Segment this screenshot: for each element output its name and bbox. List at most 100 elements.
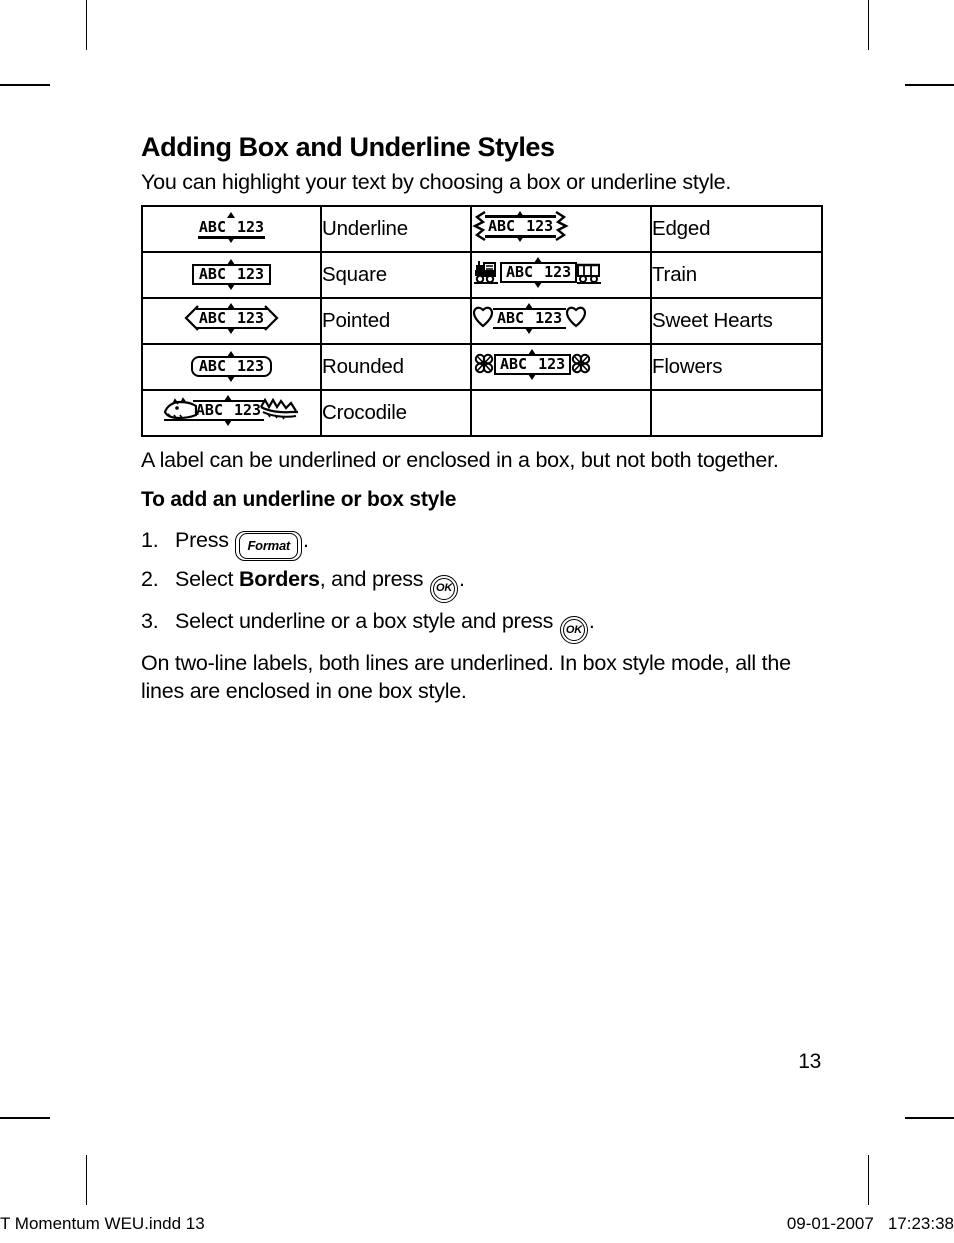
flower-right-icon <box>571 353 591 374</box>
lcd-text-left: ABC <box>198 308 226 327</box>
train-carriage-icon <box>577 263 602 285</box>
table-row: ABC 123 Pointed ABC 123 Sweet Hearts <box>141 296 823 345</box>
crop-mark-top-left-vertical <box>86 0 87 50</box>
rounded-style-preview: ABC 123 <box>141 342 322 391</box>
ok-key-label: OK <box>562 619 585 642</box>
crop-mark-bottom-left-vertical <box>86 1155 87 1205</box>
lcd-text-left: ABC <box>198 357 226 376</box>
lcd-text-right: 123 <box>544 262 572 281</box>
table-row: ABC 123 Rounded ABC 123 Flowers <box>141 342 823 391</box>
square-style-preview: ABC 123 <box>141 250 322 299</box>
footer-file-slug: T Momentum WEU.indd 13 <box>0 1214 205 1233</box>
lcd-text-left: ABC <box>497 308 525 327</box>
lcd-text-right: 123 <box>526 216 554 235</box>
style-name-edged: Edged <box>650 204 823 253</box>
sweet-hearts-style-preview: ABC 123 <box>470 296 652 345</box>
footer-timestamp: 09-01-2007 17:23:38 <box>787 1214 954 1234</box>
label-preview-graphic: ABC 123 <box>183 302 280 334</box>
underline-style-preview: ABC 123 <box>141 204 322 253</box>
closing-paragraph: On two-line labels, both lines are under… <box>141 651 791 703</box>
style-name-crocodile: Crocodile <box>320 388 472 437</box>
step-text-middle: , and press <box>319 567 430 592</box>
step-bold-term: Borders <box>238 567 320 592</box>
crocodile-tail-icon <box>260 397 299 420</box>
style-name-sweet-hearts: Sweet Hearts <box>650 296 823 345</box>
table-row: ABC 123 Underline ABC 123 Edged <box>141 204 823 253</box>
lcd-text-left: ABC <box>500 354 528 373</box>
lcd-text-left: ABC <box>198 217 226 236</box>
crop-mark-bottom-left-horizontal <box>0 1117 50 1119</box>
lcd-text-right: 123 <box>237 308 265 327</box>
table-row: ABC 123 Crocodile <box>141 388 823 437</box>
page-number: 13 <box>798 1050 821 1073</box>
edged-style-preview: ABC 123 <box>470 204 652 253</box>
border-styles-table: ABC 123 Underline ABC 123 Edged ABC 123 … <box>141 204 823 437</box>
train-style-preview: ABC 123 <box>470 250 652 299</box>
crop-mark-top-left-horizontal <box>0 84 50 86</box>
footer-time: 17:23:38 <box>887 1214 954 1233</box>
lcd-text-left: ABC <box>198 265 226 284</box>
empty-name-cell <box>650 388 823 437</box>
crop-mark-top-right-vertical <box>868 0 869 50</box>
lcd-text-right: 123 <box>535 308 563 327</box>
footer-date: 09-01-2007 <box>786 1214 874 1233</box>
step-text-before: Select <box>175 567 239 592</box>
cursor-arrows-icon <box>224 394 233 426</box>
label-preview-graphic: ABC 123 <box>472 256 603 288</box>
label-preview-graphic: ABC 123 <box>472 210 569 242</box>
heart-left-icon <box>472 306 494 328</box>
cursor-arrows-icon <box>227 259 236 291</box>
cursor-arrows-icon <box>534 256 543 288</box>
note-paragraph: A label can be underlined or enclosed in… <box>141 447 779 472</box>
label-preview-graphic: ABC 123 <box>472 348 593 380</box>
ok-key-label: OK <box>433 577 456 600</box>
cursor-arrows-icon <box>528 348 537 380</box>
lcd-text-left: ABC <box>506 262 534 281</box>
lcd-text-right: 123 <box>237 357 265 376</box>
format-key-label: Format <box>239 533 298 560</box>
step-number: 3. <box>141 608 159 633</box>
page-content: Adding Box and Underline Styles You can … <box>141 132 823 713</box>
intro-paragraph: You can highlight your text by choosing … <box>141 170 732 195</box>
ok-key-icon[interactable]: OK <box>559 616 588 645</box>
label-preview-graphic: ABC 123 <box>197 211 266 243</box>
style-name-square: Square <box>320 250 472 299</box>
heart-right-icon <box>566 306 587 328</box>
step-text-after: . <box>303 528 309 553</box>
lcd-text-right: 123 <box>538 354 566 373</box>
cursor-arrows-icon <box>227 211 236 243</box>
lcd-text-right: 123 <box>237 217 265 236</box>
style-name-flowers: Flowers <box>650 342 823 391</box>
style-name-underline: Underline <box>320 204 472 253</box>
empty-preview-cell <box>470 388 652 437</box>
lcd-text-left: ABC <box>195 400 223 419</box>
step-text-before: Press <box>175 528 235 553</box>
list-item: 3. Select underline or a box style and pr… <box>141 603 821 645</box>
list-item: 2. Select Borders, and press OK. <box>141 561 821 603</box>
lcd-text-right: 123 <box>237 265 265 284</box>
step-number: 1. <box>141 528 159 553</box>
ok-key-icon[interactable]: OK <box>430 574 459 603</box>
step-text-after: . <box>459 567 465 592</box>
edged-left-zigzag-icon <box>472 211 486 242</box>
train-locomotive-icon <box>474 261 498 285</box>
label-preview-graphic: ABC 123 <box>472 302 587 334</box>
format-key-icon[interactable]: Format <box>235 531 302 562</box>
label-preview-graphic: ABC 123 <box>190 351 273 383</box>
step-number: 2. <box>141 567 159 592</box>
cursor-arrows-icon <box>516 210 525 242</box>
procedure-steps: 1. Press Format. 2. Select Borders, and pr… <box>141 522 821 645</box>
step-text-after: . <box>588 608 595 633</box>
page-title: Adding Box and Underline Styles <box>141 132 555 162</box>
crop-mark-bottom-right-horizontal <box>905 1117 954 1119</box>
flower-left-icon <box>474 353 494 374</box>
cursor-arrows-icon <box>227 351 236 383</box>
label-preview-graphic: ABC 123 <box>163 394 300 426</box>
edged-right-zigzag-icon <box>555 211 569 242</box>
cursor-arrows-icon <box>525 302 534 334</box>
crocodile-head-icon <box>163 397 197 422</box>
label-preview-graphic: ABC 123 <box>191 259 272 291</box>
procedure-heading: To add an underline or box style <box>141 488 457 512</box>
style-name-pointed: Pointed <box>320 296 472 345</box>
pointed-style-preview: ABC 123 <box>141 296 322 345</box>
